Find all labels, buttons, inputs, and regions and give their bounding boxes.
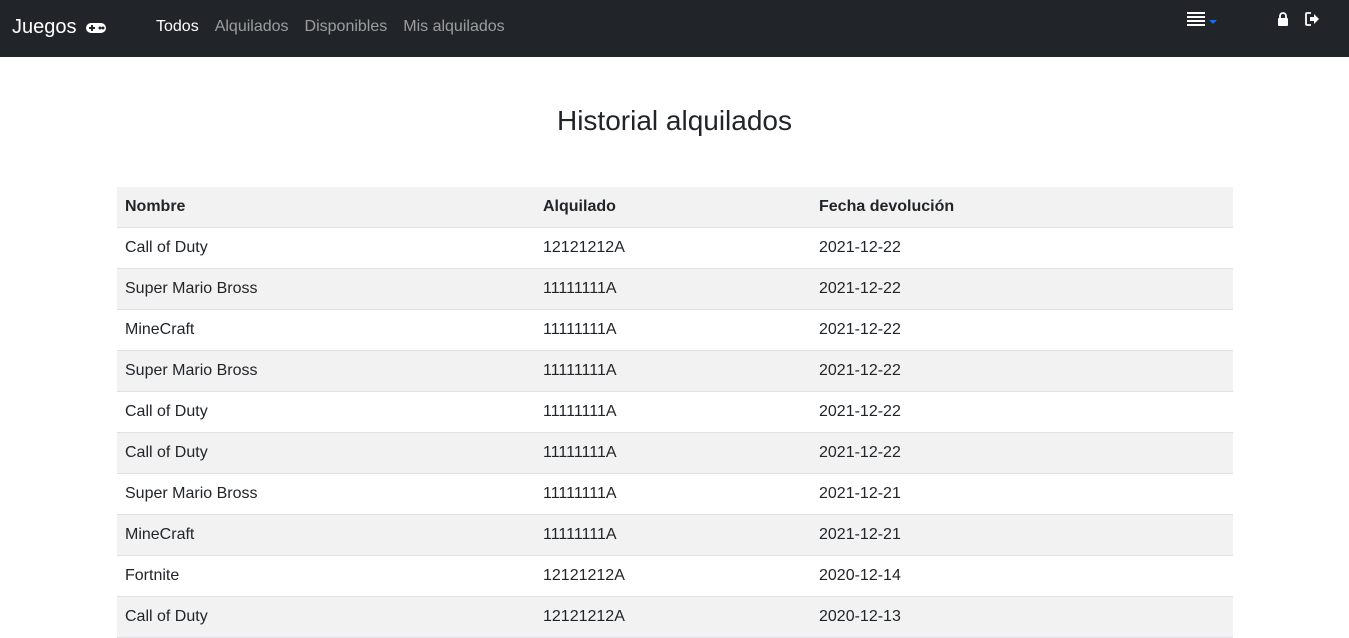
- gamepad-icon: [85, 21, 107, 35]
- page-title: Historial alquilados: [556, 105, 792, 136]
- cell-alquilado: 11111111A: [535, 350, 811, 392]
- chevron-down-icon: [1209, 19, 1217, 24]
- cell-nombre: Call of Duty: [117, 432, 535, 474]
- cell-nombre: Call of Duty: [117, 227, 535, 269]
- cell-fecha: 2021-12-22: [811, 432, 1233, 474]
- cell-nombre: Super Mario Bross: [117, 350, 535, 392]
- cell-alquilado: 11111111A: [535, 391, 811, 433]
- cell-fecha: 2020-12-13: [811, 596, 1233, 638]
- table-row: Fortnite 12121212A 2020-12-14: [117, 555, 1233, 597]
- history-table: Nombre Alquilado Fecha devolución Call o…: [117, 187, 1233, 638]
- cell-nombre: Fortnite: [117, 555, 535, 597]
- menu-dropdown-button[interactable]: [1187, 12, 1217, 31]
- header-nombre: Nombre: [117, 187, 535, 228]
- cell-alquilado: 11111111A: [535, 473, 811, 515]
- brand-text: Juegos: [12, 16, 77, 38]
- header-alquilado: Alquilado: [535, 187, 811, 228]
- navbar: Juegos Todos Alquilados Disponibles Mis …: [0, 0, 1349, 57]
- cell-nombre: Call of Duty: [117, 391, 535, 433]
- table-row: Call of Duty 11111111A 2021-12-22: [117, 391, 1233, 433]
- nav-link-todos[interactable]: Todos: [156, 18, 199, 36]
- cell-fecha: 2021-12-22: [811, 268, 1233, 310]
- cell-fecha: 2020-12-14: [811, 555, 1233, 597]
- table-row: MineCraft 11111111A 2021-12-22: [117, 309, 1233, 351]
- cell-alquilado: 11111111A: [535, 514, 811, 556]
- nav-link-mis-alquilados[interactable]: Mis alquilados: [403, 18, 504, 36]
- table-row: Call of Duty 12121212A 2020-12-13: [117, 596, 1233, 638]
- cell-nombre: Super Mario Bross: [117, 473, 535, 515]
- cell-alquilado: 11111111A: [535, 432, 811, 474]
- table-row: Call of Duty 11111111A 2021-12-22: [117, 432, 1233, 474]
- cell-nombre: MineCraft: [117, 309, 535, 351]
- cell-alquilado: 12121212A: [535, 555, 811, 597]
- cell-alquilado: 12121212A: [535, 227, 811, 269]
- cell-fecha: 2021-12-21: [811, 473, 1233, 515]
- cell-fecha: 2021-12-22: [811, 309, 1233, 351]
- table-row: Call of Duty 12121212A 2021-12-22: [117, 227, 1233, 269]
- table-row: Super Mario Bross 11111111A 2021-12-22: [117, 350, 1233, 392]
- nav-link-alquilados[interactable]: Alquilados: [215, 18, 289, 36]
- brand-link[interactable]: Juegos: [12, 16, 107, 39]
- table-row: Super Mario Bross 11111111A 2021-12-21: [117, 473, 1233, 515]
- nav-link-disponibles[interactable]: Disponibles: [305, 18, 388, 36]
- cell-nombre: Super Mario Bross: [117, 268, 535, 310]
- cell-fecha: 2021-12-21: [811, 514, 1233, 556]
- table-row: Super Mario Bross 11111111A 2021-12-22: [117, 268, 1233, 310]
- cell-fecha: 2021-12-22: [811, 350, 1233, 392]
- cell-nombre: Call of Duty: [117, 596, 535, 638]
- cell-nombre: MineCraft: [117, 514, 535, 556]
- table-header-row: Nombre Alquilado Fecha devolución: [117, 187, 1233, 228]
- cell-fecha: 2021-12-22: [811, 391, 1233, 433]
- list-icon: [1187, 12, 1205, 31]
- table-row: MineCraft 11111111A 2021-12-21: [117, 514, 1233, 556]
- cell-alquilado: 11111111A: [535, 268, 811, 310]
- sign-out-icon[interactable]: [1305, 12, 1320, 31]
- cell-alquilado: 11111111A: [535, 309, 811, 351]
- lock-icon[interactable]: [1277, 12, 1289, 31]
- nav-links: Todos Alquilados Disponibles Mis alquila…: [156, 18, 505, 36]
- cell-alquilado: 12121212A: [535, 596, 811, 638]
- header-fecha-devolucion: Fecha devolución: [811, 187, 1233, 228]
- cell-fecha: 2021-12-22: [811, 227, 1233, 269]
